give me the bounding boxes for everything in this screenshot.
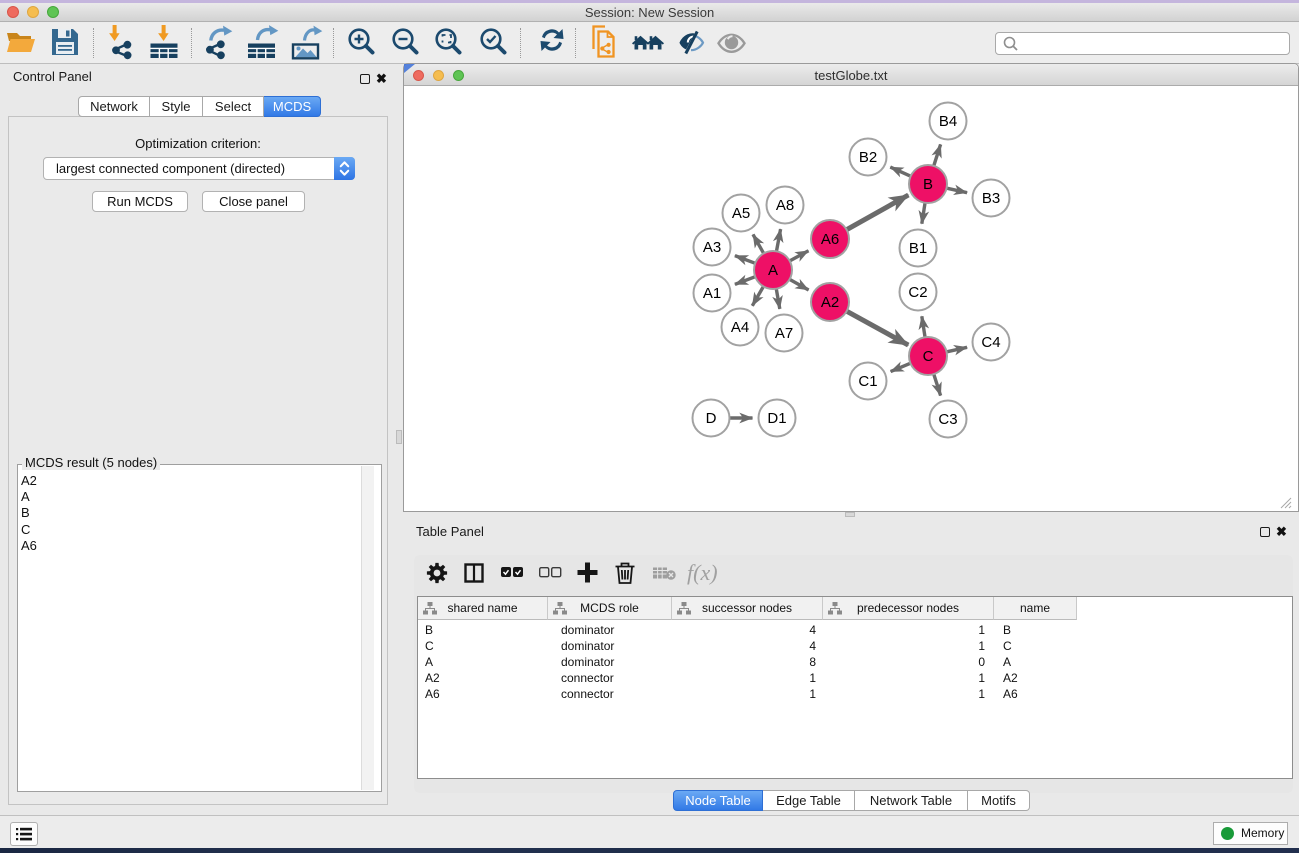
- svg-text:C: C: [923, 348, 934, 365]
- svg-text:B: B: [923, 176, 933, 193]
- svg-text:A5: A5: [732, 205, 750, 222]
- svg-text:C1: C1: [858, 373, 877, 390]
- svg-text:A7: A7: [775, 325, 793, 342]
- svg-text:A: A: [768, 262, 778, 279]
- svg-text:B1: B1: [909, 240, 927, 257]
- svg-text:A2: A2: [821, 294, 839, 311]
- svg-text:C4: C4: [981, 334, 1000, 351]
- svg-text:D: D: [706, 410, 717, 427]
- svg-text:C2: C2: [908, 284, 927, 301]
- svg-text:A1: A1: [703, 285, 721, 302]
- svg-text:B3: B3: [982, 190, 1000, 207]
- svg-text:C3: C3: [938, 411, 957, 428]
- svg-text:D1: D1: [767, 410, 786, 427]
- svg-text:A3: A3: [703, 239, 721, 256]
- svg-text:B4: B4: [939, 113, 957, 130]
- svg-text:A6: A6: [821, 231, 839, 248]
- svg-text:A4: A4: [731, 319, 749, 336]
- svg-text:A8: A8: [776, 197, 794, 214]
- svg-text:B2: B2: [859, 149, 877, 166]
